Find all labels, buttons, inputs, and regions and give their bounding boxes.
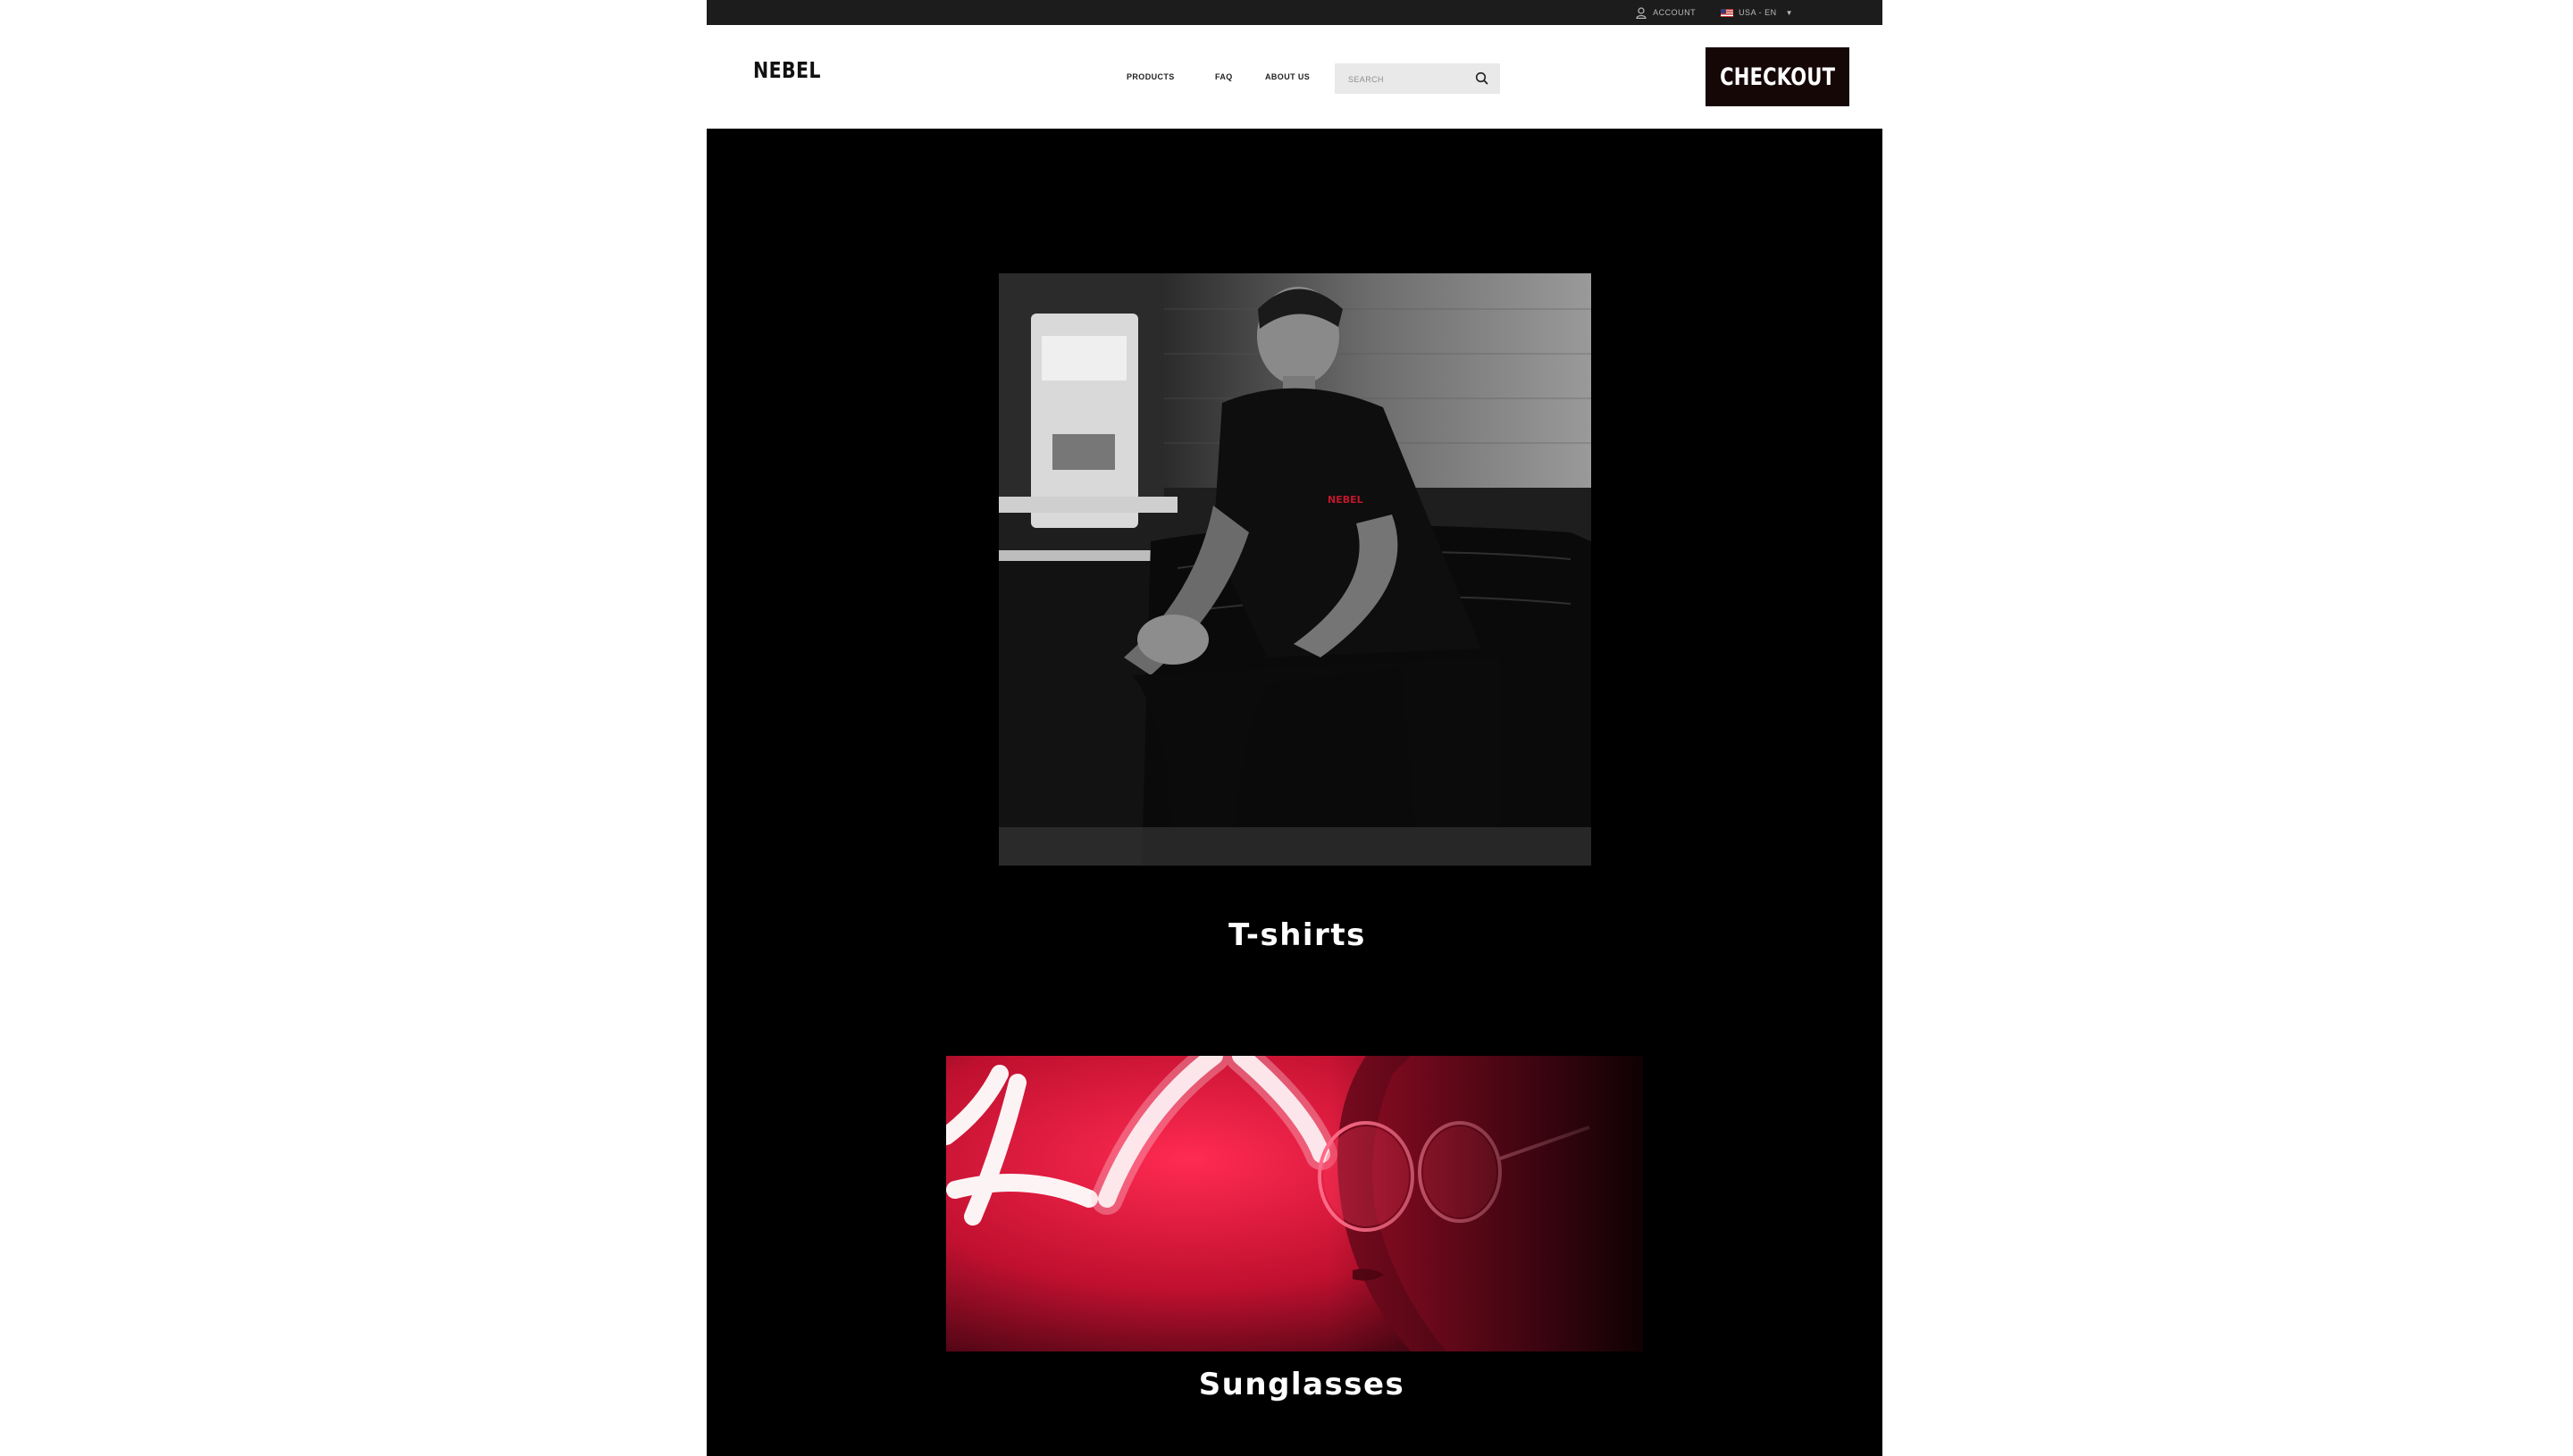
tshirts-collection-image[interactable]: NEBEL — [999, 273, 1591, 866]
top-utility-bar: ACCOUNT USA - EN ▼ — [707, 0, 1882, 25]
tshirt-photo: NEBEL — [999, 273, 1591, 866]
chevron-down-icon: ▼ — [1785, 8, 1793, 17]
search-box — [1335, 63, 1500, 96]
site-header: NEBEL PRODUCTS FAQ ABOUT US CHECKOUT — [707, 25, 1882, 129]
us-flag-icon — [1721, 8, 1734, 17]
tshirts-collection-title[interactable]: T-shirts — [1119, 917, 1476, 953]
nav-faq[interactable]: FAQ — [1215, 72, 1233, 81]
nav-products[interactable]: PRODUCTS — [1127, 72, 1175, 81]
checkout-button[interactable]: CHECKOUT — [1706, 47, 1849, 106]
page: ACCOUNT USA - EN ▼ NEBEL PRODUCTS FAQ AB… — [707, 0, 1882, 1456]
sunglasses-photo — [946, 1056, 1643, 1351]
checkout-label: CHECKOUT — [1720, 63, 1835, 91]
brand-logo[interactable]: NEBEL — [753, 57, 821, 83]
search-input[interactable] — [1335, 63, 1484, 96]
account-label: ACCOUNT — [1653, 8, 1697, 17]
nav-about-us[interactable]: ABOUT US — [1265, 72, 1310, 81]
shirt-logo: NEBEL — [1328, 494, 1363, 506]
user-icon — [1636, 6, 1647, 19]
locale-selector[interactable]: USA - EN ▼ — [1721, 8, 1793, 17]
locale-label: USA - EN — [1739, 8, 1777, 17]
account-link[interactable]: ACCOUNT — [1636, 6, 1697, 19]
sunglasses-collection-image[interactable] — [946, 1056, 1643, 1351]
search-icon[interactable] — [1475, 71, 1489, 86]
sunglasses-collection-title[interactable]: Sunglasses — [1123, 1367, 1480, 1402]
